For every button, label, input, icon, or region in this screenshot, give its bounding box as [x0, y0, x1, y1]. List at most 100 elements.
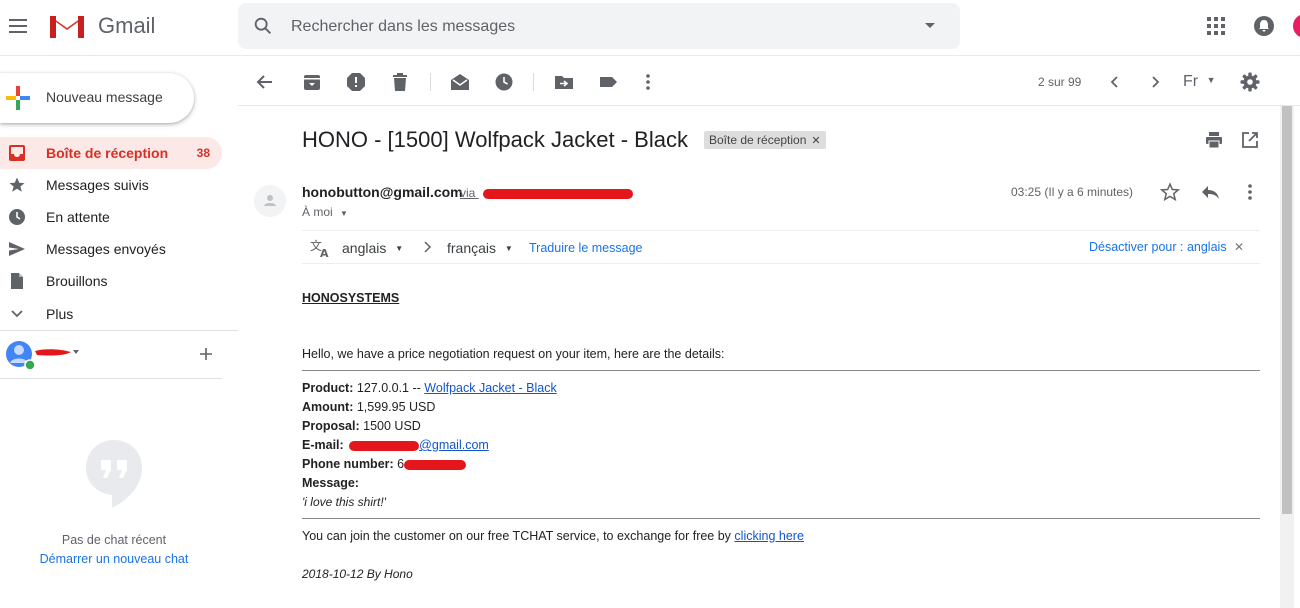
sidebar-item-label: Messages suivis — [46, 177, 149, 193]
caret-down-icon: ▼ — [395, 244, 404, 253]
join-text: You can join the customer on our free TC… — [302, 529, 731, 543]
sidebar-item-more[interactable]: Plus — [0, 298, 222, 330]
sidebar-item-label: Messages envoyés — [46, 241, 166, 257]
open-new-window-icon[interactable] — [1241, 131, 1259, 149]
search-input[interactable]: Rechercher dans les messages — [291, 18, 515, 36]
chevron-down-icon — [8, 305, 26, 323]
add-chat-icon[interactable] — [198, 346, 214, 362]
phone-line: Phone number: 6 — [302, 457, 467, 471]
sender-avatar[interactable] — [254, 185, 286, 217]
print-icon[interactable] — [1205, 131, 1223, 149]
customer-email-link[interactable]: @gmail.com — [419, 438, 489, 452]
redaction-mark — [482, 188, 633, 199]
source-language-dropdown[interactable]: anglais ▼ — [342, 240, 403, 256]
send-icon — [8, 240, 26, 258]
unread-count: 38 — [196, 146, 210, 160]
sidebar-item-sent[interactable]: Messages envoyés — [0, 233, 222, 265]
remove-label-icon[interactable]: ✕ — [811, 135, 820, 147]
amount-line: Amount: 1,599.95 USD — [302, 400, 435, 414]
email-label: E-mail: — [302, 438, 344, 452]
brand-name: Gmail — [98, 13, 156, 38]
pagination-text: 2 sur 99 — [1038, 75, 1082, 89]
apps-grid-icon[interactable] — [1207, 17, 1225, 35]
notifications-icon[interactable] — [1253, 15, 1275, 37]
back-icon[interactable] — [255, 72, 275, 92]
archive-icon[interactable] — [302, 72, 322, 92]
product-link[interactable]: Wolfpack Jacket - Black — [424, 381, 556, 395]
body-divider — [302, 370, 1260, 371]
clicking-here-link[interactable]: clicking here — [734, 529, 803, 543]
proposal-value: 1500 USD — [363, 419, 421, 433]
message-subject: HONO - [1500] Wolfpack Jacket - Black — [302, 127, 688, 152]
star-message-icon[interactable] — [1160, 182, 1180, 202]
disable-translation-link[interactable]: Désactiver pour : anglais — [1089, 240, 1227, 254]
start-chat-link[interactable]: Démarrer un nouveau chat — [0, 552, 228, 566]
proposal-line: Proposal: 1500 USD — [302, 419, 421, 433]
chevron-right-icon — [422, 240, 434, 254]
caret-down-icon: ▼ — [504, 244, 513, 253]
settings-gear-icon[interactable] — [1240, 72, 1260, 92]
message-line: Message: — [302, 476, 359, 490]
sender-email[interactable]: honobutton@gmail.com — [302, 184, 463, 200]
reply-icon[interactable] — [1200, 182, 1220, 202]
translate-icon: 文A — [310, 238, 332, 258]
phone-label: Phone number: — [302, 457, 394, 471]
compose-button[interactable]: Nouveau message — [0, 73, 194, 123]
svg-text:A: A — [320, 247, 329, 258]
chat-bubble-icon — [84, 438, 144, 510]
signature: 2018-10-12 By Hono — [302, 567, 413, 581]
message-label: Message: — [302, 476, 359, 490]
star-icon — [8, 176, 26, 194]
older-icon[interactable] — [1145, 72, 1165, 92]
message-more-icon[interactable] — [1240, 182, 1260, 202]
intro-text: Hello, we have a price negotiation reque… — [302, 347, 725, 361]
scrollbar-thumb[interactable] — [1282, 106, 1292, 514]
no-recent-chat-text: Pas de chat récent — [61, 533, 167, 547]
sidebar-item-label: Brouillons — [46, 273, 108, 289]
sidebar-item-label: Plus — [46, 306, 74, 322]
gmail-logo[interactable] — [48, 12, 86, 40]
recipient-details[interactable]: À moi ▼ — [302, 205, 348, 219]
toolbar-separator — [430, 73, 431, 91]
translate-message-link[interactable]: Traduire le message — [529, 241, 642, 255]
sidebar-item-label: En attente — [46, 209, 110, 225]
label-icon[interactable] — [598, 72, 618, 92]
hangouts-user[interactable] — [5, 340, 85, 370]
report-spam-icon[interactable] — [346, 72, 366, 92]
input-language-selector[interactable]: Fr ▼ — [1183, 73, 1215, 91]
close-translate-icon[interactable]: ✕ — [1234, 240, 1244, 254]
search-icon[interactable] — [252, 15, 274, 37]
target-language-dropdown[interactable]: français ▼ — [447, 240, 513, 256]
label-chip-text: Boîte de réception — [709, 133, 807, 147]
customer-message: 'i love this shirt!' — [302, 495, 386, 509]
toolbar-separator — [533, 73, 534, 91]
amount-label: Amount: — [302, 400, 354, 414]
snooze-icon[interactable] — [494, 72, 514, 92]
language-code: Fr — [1183, 73, 1199, 90]
main-menu-icon[interactable] — [6, 14, 32, 40]
details-caret-icon: ▼ — [340, 209, 348, 218]
more-options-icon[interactable] — [638, 72, 658, 92]
inbox-label-chip[interactable]: Boîte de réception ✕ — [704, 131, 826, 149]
message-time: 03:25 (Il y a 6 minutes) — [1011, 185, 1134, 199]
newer-icon[interactable] — [1105, 72, 1125, 92]
search-bar[interactable]: Rechercher dans les messages — [238, 3, 960, 49]
product-label: Product: — [302, 381, 354, 395]
target-language: français — [447, 240, 497, 256]
proposal-label: Proposal: — [302, 419, 360, 433]
plus-icon — [6, 86, 30, 110]
delete-icon[interactable] — [390, 72, 410, 92]
email-line: E-mail: @gmail.com — [302, 438, 489, 452]
sidebar-item-inbox[interactable]: Boîte de réception 38 — [0, 137, 222, 169]
sidebar-item-drafts[interactable]: Brouillons — [0, 265, 222, 297]
sidebar-item-snoozed[interactable]: En attente — [0, 201, 222, 233]
move-to-icon[interactable] — [554, 72, 574, 92]
source-language: anglais — [342, 240, 387, 256]
via-link[interactable]: via — [460, 186, 633, 200]
search-options-icon[interactable] — [924, 22, 936, 30]
product-prefix: 127.0.0.1 -- — [356, 381, 421, 395]
sidebar-item-label: Boîte de réception — [46, 145, 169, 161]
compose-label: Nouveau message — [46, 89, 163, 105]
mark-unread-icon[interactable] — [450, 72, 470, 92]
sidebar-item-starred[interactable]: Messages suivis — [0, 169, 222, 201]
